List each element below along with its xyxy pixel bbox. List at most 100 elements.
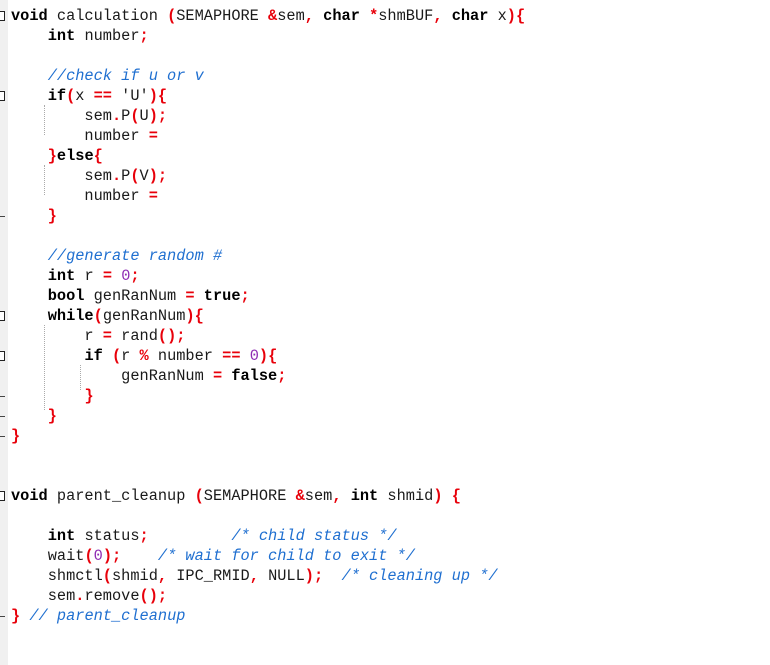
code-line[interactable]: }	[11, 206, 525, 226]
code-line[interactable]: while(genRanNum){	[11, 306, 525, 326]
operator-token: );	[102, 547, 122, 565]
code-line[interactable]: //generate random #	[11, 246, 525, 266]
number-token: 0	[249, 347, 259, 365]
text-token: IPC_RMID	[167, 567, 250, 585]
code-line[interactable]: void calculation (SEMAPHORE &sem, char *…	[11, 6, 525, 26]
code-line[interactable]: ​	[11, 226, 525, 246]
code-line[interactable]: }	[11, 406, 525, 426]
fold-toggle-icon[interactable]	[0, 491, 5, 501]
text-token: r	[121, 347, 140, 365]
text-token: number	[11, 187, 149, 205]
text-token: NULL	[258, 567, 305, 585]
operator-token: *	[369, 7, 379, 25]
code-line[interactable]: number =	[11, 126, 525, 146]
code-line[interactable]: //check if u or v	[11, 66, 525, 86]
operator-token: &	[295, 487, 305, 505]
text-token: genRanNum	[84, 287, 186, 305]
code-line[interactable]: sem.remove();	[11, 586, 525, 606]
code-line[interactable]: void parent_cleanup (SEMAPHORE &sem, int…	[11, 486, 525, 506]
keyword-token: int	[47, 267, 76, 285]
fold-toggle-icon[interactable]	[0, 351, 5, 361]
fold-end-icon	[0, 616, 5, 617]
code-line[interactable]: sem.P(V);	[11, 166, 525, 186]
text-token: sem	[11, 167, 112, 185]
fold-toggle-icon[interactable]	[0, 11, 5, 21]
operator-token: ();	[157, 327, 186, 345]
operator-token: ;	[139, 27, 149, 45]
code-line[interactable]: int number;	[11, 26, 525, 46]
text-token: shmBUF	[378, 7, 434, 25]
fold-toggle-icon[interactable]	[0, 311, 5, 321]
fold-toggle-icon[interactable]	[0, 91, 5, 101]
code-line[interactable]: int r = 0;	[11, 266, 525, 286]
operator-token: }	[47, 147, 57, 165]
operator-token: }	[11, 427, 21, 445]
code-line[interactable]: sem.P(U);	[11, 106, 525, 126]
code-line[interactable]: ​	[11, 446, 525, 466]
operator-token: (	[66, 87, 76, 105]
operator-token: }	[84, 387, 94, 405]
code-line[interactable]: } // parent_cleanup	[11, 606, 525, 626]
code-line[interactable]: if (r % number == 0){	[11, 346, 525, 366]
code-line[interactable]: number =	[11, 186, 525, 206]
code-line[interactable]: ​	[11, 466, 525, 486]
operator-token: }	[47, 207, 57, 225]
text-token: calculation	[47, 7, 168, 25]
operator-token: (	[93, 307, 103, 325]
code-line[interactable]: wait(0); /* wait for child to exit */	[11, 546, 525, 566]
code-line[interactable]: shmctl(shmid, IPC_RMID, NULL); /* cleani…	[11, 566, 525, 586]
comment-token: //generate random #	[47, 247, 223, 265]
operator-token: (	[84, 547, 94, 565]
operator-token: %	[139, 347, 149, 365]
keyword-token: false	[231, 367, 278, 385]
code-line[interactable]: }	[11, 386, 525, 406]
code-line[interactable]: }else{	[11, 146, 525, 166]
code-editor[interactable]: void calculation (SEMAPHORE &sem, char *…	[11, 6, 525, 626]
comment-token: //check if u or v	[47, 67, 204, 85]
text-token: status	[75, 527, 140, 545]
code-line[interactable]: genRanNum = false;	[11, 366, 525, 386]
operator-token: =	[212, 367, 223, 385]
text-token: x	[75, 87, 94, 105]
operator-token: .	[111, 107, 122, 125]
operator-token: ;	[277, 367, 287, 385]
code-line[interactable]: if(x == 'U'){	[11, 86, 525, 106]
keyword-token: bool	[47, 287, 85, 305]
fold-end-icon	[0, 216, 5, 217]
code-line[interactable]: bool genRanNum = true;	[11, 286, 525, 306]
text-token: V	[139, 167, 149, 185]
code-line[interactable]: r = rand();	[11, 326, 525, 346]
operator-token: }	[11, 607, 21, 625]
code-line[interactable]: ​	[11, 46, 525, 66]
keyword-token: else	[56, 147, 94, 165]
text-token: shmid	[378, 487, 434, 505]
text-token: SEMAPHORE	[176, 7, 269, 25]
text-token: number	[75, 27, 140, 45]
text-token: sem	[11, 107, 112, 125]
operator-token: )	[433, 487, 443, 505]
code-line[interactable]: int status; /* child status */	[11, 526, 525, 546]
code-line[interactable]: }	[11, 426, 525, 446]
operator-token: ){	[185, 307, 204, 325]
operator-token: ,	[433, 7, 443, 25]
operator-token: );	[148, 167, 168, 185]
keyword-token: if	[84, 347, 103, 365]
code-line[interactable]: ​	[11, 506, 525, 526]
keyword-token: void	[11, 487, 48, 505]
keyword-token: true	[203, 287, 241, 305]
operator-token: {	[451, 487, 461, 505]
